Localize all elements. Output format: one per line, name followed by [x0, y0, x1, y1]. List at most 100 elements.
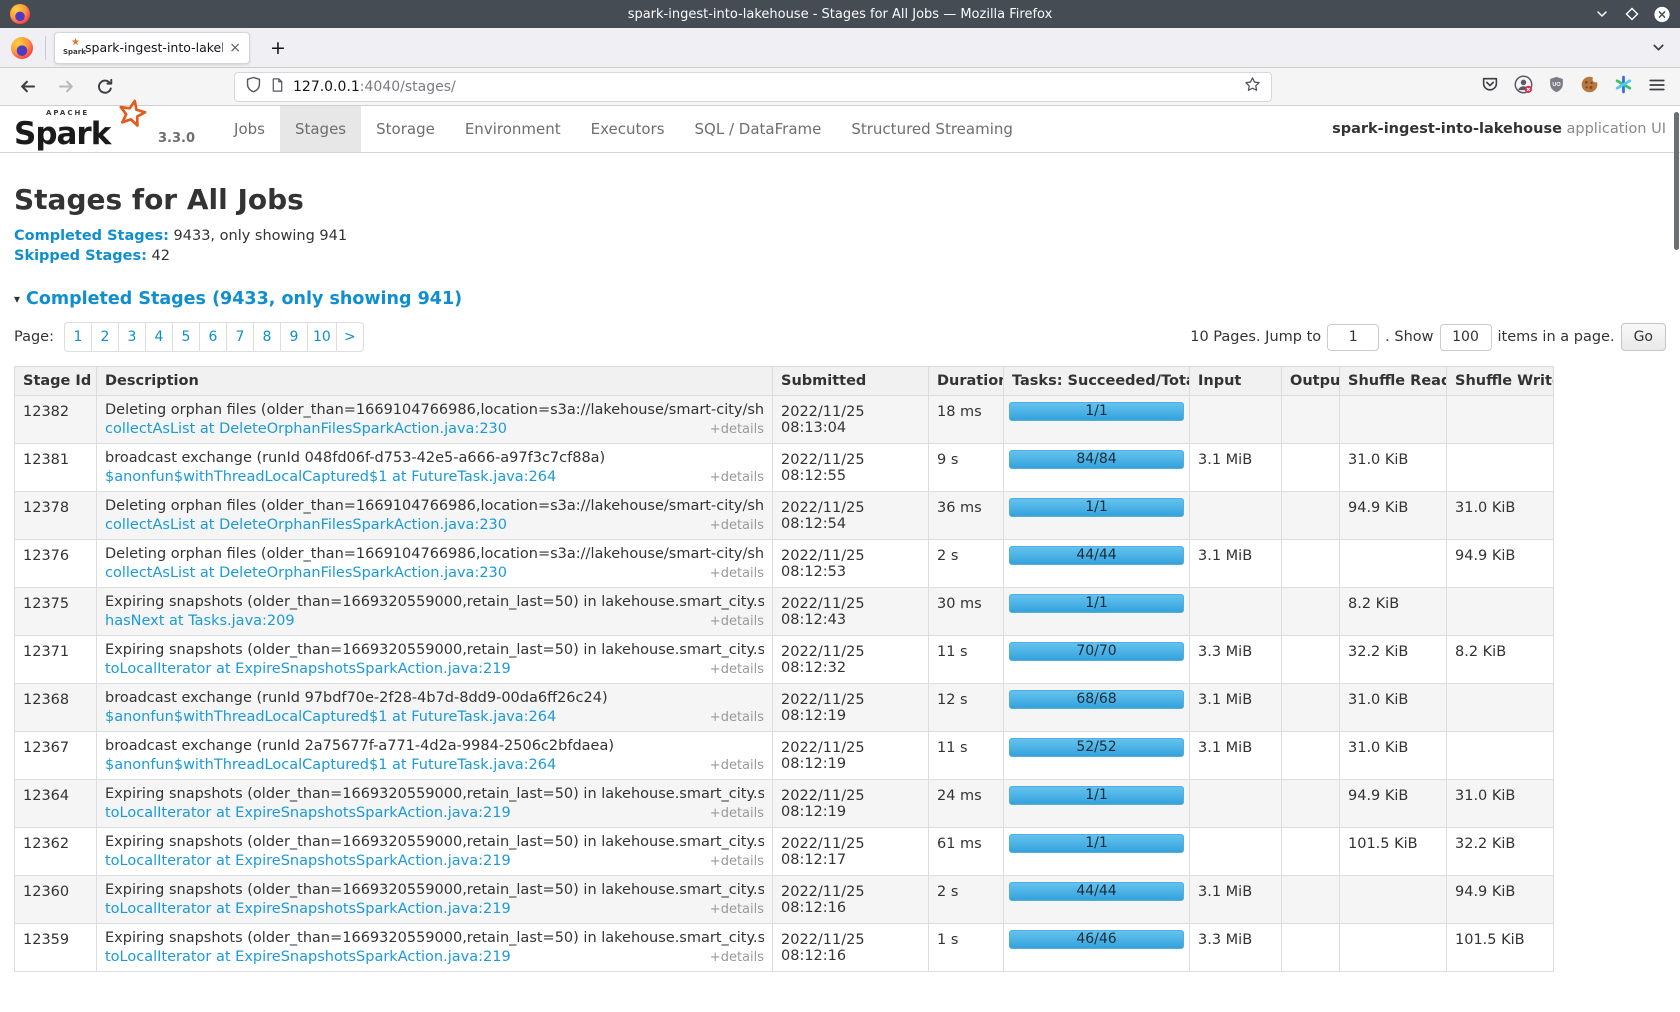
duration-cell: 36 ms [929, 492, 1004, 540]
tasks-cell: 1/1 [1004, 780, 1190, 828]
stage-row-12371: 12371 Expiring snapshots (older_than=166… [15, 636, 1554, 684]
duration-cell: 1 s [929, 924, 1004, 972]
column-header-shuffle-read[interactable]: Shuffle Read [1340, 367, 1447, 396]
cookie-icon[interactable] [1580, 75, 1599, 98]
page-button-next[interactable]: > [336, 322, 364, 352]
details-toggle[interactable]: +details [710, 662, 764, 677]
vertical-scrollbar-thumb[interactable] [1674, 112, 1679, 250]
details-toggle[interactable]: +details [710, 710, 764, 725]
page-button-7[interactable]: 7 [226, 322, 254, 352]
svg-text:UO: UO [1552, 82, 1561, 88]
page-info-icon[interactable] [270, 77, 285, 97]
details-toggle[interactable]: +details [710, 422, 764, 437]
show-text: . Show [1385, 329, 1433, 345]
jump-to-page-input[interactable] [1327, 324, 1379, 351]
stages-table: Stage Id ▾DescriptionSubmittedDurationTa… [14, 366, 1554, 972]
stage-callsite-link[interactable]: toLocalIterator at ExpireSnapshotsSparkA… [105, 949, 511, 965]
window-maximize-button[interactable] [1624, 6, 1640, 22]
nav-tab-structured-streaming[interactable]: Structured Streaming [836, 106, 1028, 152]
tasks-cell: 44/44 [1004, 540, 1190, 588]
nav-tab-jobs[interactable]: Jobs [219, 106, 280, 152]
tasks-cell: 46/46 [1004, 924, 1190, 972]
stage-callsite-link[interactable]: hasNext at Tasks.java:209 [105, 613, 295, 629]
details-toggle[interactable]: +details [710, 806, 764, 821]
skipped-stages-link[interactable]: Skipped Stages: [14, 248, 147, 264]
bookmark-star-icon[interactable] [1244, 76, 1261, 97]
submitted-cell: 2022/11/25 08:12:19 [773, 684, 929, 732]
nav-tab-executors[interactable]: Executors [576, 106, 680, 152]
column-header-description[interactable]: Description [97, 367, 773, 396]
spark-logo[interactable]: APACHE Spark [14, 108, 142, 150]
column-header-tasks-succeeded-total[interactable]: Tasks: Succeeded/Total [1004, 367, 1190, 396]
pocket-icon[interactable] [1481, 76, 1499, 97]
page-button-4[interactable]: 4 [145, 322, 173, 352]
column-header-input[interactable]: Input [1190, 367, 1282, 396]
page-button-2[interactable]: 2 [91, 322, 119, 352]
stage-callsite-link[interactable]: toLocalIterator at ExpireSnapshotsSparkA… [105, 853, 511, 869]
reload-button[interactable] [86, 78, 124, 96]
go-button[interactable]: Go [1621, 323, 1666, 351]
stage-callsite-link[interactable]: toLocalIterator at ExpireSnapshotsSparkA… [105, 661, 511, 677]
task-progress-bar: 44/44 [1009, 882, 1184, 901]
firefox-view-button[interactable] [11, 37, 33, 59]
page-button-10[interactable]: 10 [307, 322, 337, 352]
stage-callsite-link[interactable]: collectAsList at DeleteOrphanFilesSparkA… [105, 517, 507, 533]
details-toggle[interactable]: +details [710, 950, 764, 965]
nav-tab-sql-dataframe[interactable]: SQL / DataFrame [680, 106, 837, 152]
tracking-protection-shield-icon[interactable] [245, 76, 262, 97]
menu-hamburger-icon[interactable] [1648, 76, 1666, 98]
column-header-duration[interactable]: Duration [929, 367, 1004, 396]
page-button-5[interactable]: 5 [172, 322, 200, 352]
forward-button[interactable] [47, 77, 86, 96]
spark-star-icon [113, 95, 151, 133]
tasks-cell: 1/1 [1004, 492, 1190, 540]
stage-callsite-link[interactable]: collectAsList at DeleteOrphanFilesSparkA… [105, 421, 507, 437]
page-button-1[interactable]: 1 [64, 322, 92, 352]
details-toggle[interactable]: +details [710, 854, 764, 869]
column-header-stage-id[interactable]: Stage Id ▾ [15, 367, 97, 396]
stage-callsite-link[interactable]: collectAsList at DeleteOrphanFilesSparkA… [105, 565, 507, 581]
completed-stages-section-header[interactable]: ▾Completed Stages (9433, only showing 94… [14, 289, 1666, 309]
window-minimize-button[interactable] [1594, 6, 1610, 22]
page-button-9[interactable]: 9 [280, 322, 308, 352]
details-toggle[interactable]: +details [710, 518, 764, 533]
stage-callsite-link[interactable]: toLocalIterator at ExpireSnapshotsSparkA… [105, 901, 511, 917]
details-toggle[interactable]: +details [710, 470, 764, 485]
page-button-8[interactable]: 8 [253, 322, 281, 352]
column-header-output[interactable]: Output [1282, 367, 1340, 396]
stage-callsite-link[interactable]: $anonfun$withThreadLocalCaptured$1 at Fu… [105, 757, 556, 773]
stage-callsite-link[interactable]: $anonfun$withThreadLocalCaptured$1 at Fu… [105, 709, 556, 725]
browser-tab[interactable]: ★Spark spark-ingest-into-lakehous × [54, 32, 250, 64]
nav-tab-stages[interactable]: Stages [280, 106, 361, 152]
list-tabs-chevron-icon[interactable] [1651, 40, 1666, 59]
output-cell [1282, 444, 1340, 492]
column-header-submitted[interactable]: Submitted [773, 367, 929, 396]
new-tab-button[interactable]: + [258, 37, 298, 59]
extension-asterisk-icon[interactable] [1614, 75, 1633, 98]
column-header-shuffle-write[interactable]: Shuffle Write [1447, 367, 1554, 396]
collapse-arrow-icon: ▾ [14, 292, 20, 306]
details-toggle[interactable]: +details [710, 902, 764, 917]
back-button[interactable] [8, 77, 47, 96]
shuffle-read-cell [1340, 924, 1447, 972]
window-close-button[interactable] [1654, 6, 1670, 22]
url-bar[interactable]: 127.0.0.1:4040/stages/ [234, 72, 1272, 102]
details-toggle[interactable]: +details [710, 614, 764, 629]
items-per-page-input[interactable] [1440, 324, 1492, 351]
stage-id-cell: 12376 [15, 540, 97, 588]
details-toggle[interactable]: +details [710, 758, 764, 773]
account-profile-icon[interactable] [1514, 75, 1533, 98]
ublock-origin-icon[interactable]: UO [1548, 76, 1565, 97]
nav-tab-environment[interactable]: Environment [450, 106, 576, 152]
details-toggle[interactable]: +details [710, 566, 764, 581]
tab-close-icon[interactable]: × [229, 41, 241, 55]
output-cell [1282, 876, 1340, 924]
nav-tab-storage[interactable]: Storage [361, 106, 450, 152]
completed-stages-link[interactable]: Completed Stages: [14, 228, 169, 244]
stage-callsite-link[interactable]: $anonfun$withThreadLocalCaptured$1 at Fu… [105, 469, 556, 485]
page-button-3[interactable]: 3 [118, 322, 146, 352]
page-button-6[interactable]: 6 [199, 322, 227, 352]
shuffle-write-cell: 32.2 KiB [1447, 828, 1554, 876]
input-cell: 3.1 MiB [1190, 444, 1282, 492]
stage-callsite-link[interactable]: toLocalIterator at ExpireSnapshotsSparkA… [105, 805, 511, 821]
